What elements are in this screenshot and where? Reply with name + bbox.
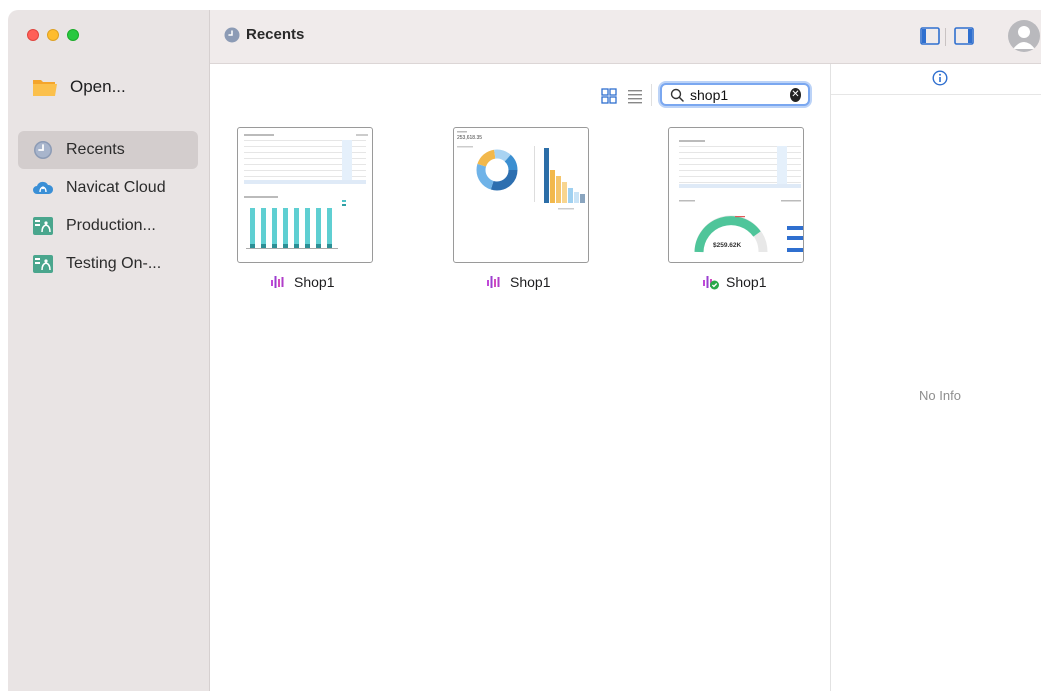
- project-icon: [32, 253, 54, 275]
- app-window: Open... Recents Navicat Cloud Production…: [8, 10, 1041, 691]
- recents-content: ✕: [210, 64, 830, 691]
- page-title-text: Recents: [246, 26, 305, 43]
- info-pane-header: [831, 64, 1041, 95]
- left-panel-icon: [920, 27, 940, 45]
- info-icon[interactable]: [932, 70, 948, 86]
- search-icon: [670, 88, 684, 102]
- toolbar: Recents: [210, 10, 1041, 64]
- sidebar-item-navicat-cloud[interactable]: Navicat Cloud: [18, 169, 198, 207]
- no-info-text: No Info: [919, 388, 961, 403]
- sidebar-item-recents[interactable]: Recents: [18, 131, 198, 169]
- dashboard-icon: [270, 274, 286, 290]
- search-field[interactable]: ✕: [660, 83, 810, 106]
- clear-search-icon[interactable]: ✕: [790, 87, 801, 102]
- minimize-window-button[interactable]: [47, 29, 59, 41]
- toolbar-divider: [651, 84, 652, 106]
- right-panel-icon: [954, 27, 974, 45]
- thumbnail-value: $259.62K: [713, 242, 741, 249]
- toggle-info-pane-button[interactable]: [954, 27, 974, 45]
- list-icon: [628, 90, 642, 104]
- file-name-text: Shop1: [294, 274, 335, 290]
- sidebar-item-label: Testing On-...: [66, 255, 162, 272]
- file-thumbnail-1[interactable]: [237, 127, 373, 263]
- file-name-text: Shop1: [726, 274, 767, 290]
- open-button[interactable]: Open...: [18, 68, 198, 106]
- file-thumbnail-2[interactable]: 253,618.35: [453, 127, 589, 263]
- close-window-button[interactable]: [27, 29, 39, 41]
- sidebar-item-label: Recents: [66, 141, 125, 158]
- folder-icon: [32, 75, 58, 99]
- grid-view-button[interactable]: [601, 88, 617, 104]
- file-name[interactable]: Shop1: [702, 272, 766, 292]
- list-view-button[interactable]: [627, 88, 643, 104]
- clock-icon: [32, 139, 54, 161]
- dashboard-synced-icon: [702, 274, 719, 290]
- sidebar-item-testing[interactable]: Testing On-...: [18, 245, 198, 283]
- file-name[interactable]: Shop1: [486, 272, 550, 292]
- grid-icon: [601, 88, 617, 104]
- user-avatar[interactable]: [1008, 20, 1040, 52]
- file-name-text: Shop1: [510, 274, 551, 290]
- thumbnail-value: 253,618.35: [457, 135, 482, 141]
- dashboard-icon: [486, 274, 502, 290]
- zoom-window-button[interactable]: [67, 29, 79, 41]
- user-icon: [1013, 26, 1035, 49]
- sidebar-item-production[interactable]: Production...: [18, 207, 198, 245]
- clock-icon: [224, 27, 240, 43]
- sidebar-item-label: Production...: [66, 217, 156, 234]
- sidebar: Open... Recents Navicat Cloud Production…: [8, 10, 210, 691]
- sidebar-item-label: Navicat Cloud: [66, 179, 166, 196]
- dashboard-preview-image: $259.62K: [679, 140, 803, 253]
- open-label: Open...: [70, 77, 126, 96]
- dashboard-preview-image: [244, 134, 368, 249]
- info-pane: No Info: [830, 64, 1041, 691]
- file-name[interactable]: Shop1: [270, 272, 334, 292]
- toolbar-divider: [945, 28, 946, 46]
- dashboard-preview-image: 253,618.35: [457, 131, 585, 210]
- project-icon: [32, 215, 54, 237]
- search-input[interactable]: [690, 86, 790, 103]
- page-title: Recents: [224, 26, 304, 43]
- navicat-cloud-icon: [32, 177, 54, 199]
- toggle-sidebar-button[interactable]: [920, 27, 940, 45]
- file-thumbnail-3[interactable]: $259.62K: [668, 127, 804, 263]
